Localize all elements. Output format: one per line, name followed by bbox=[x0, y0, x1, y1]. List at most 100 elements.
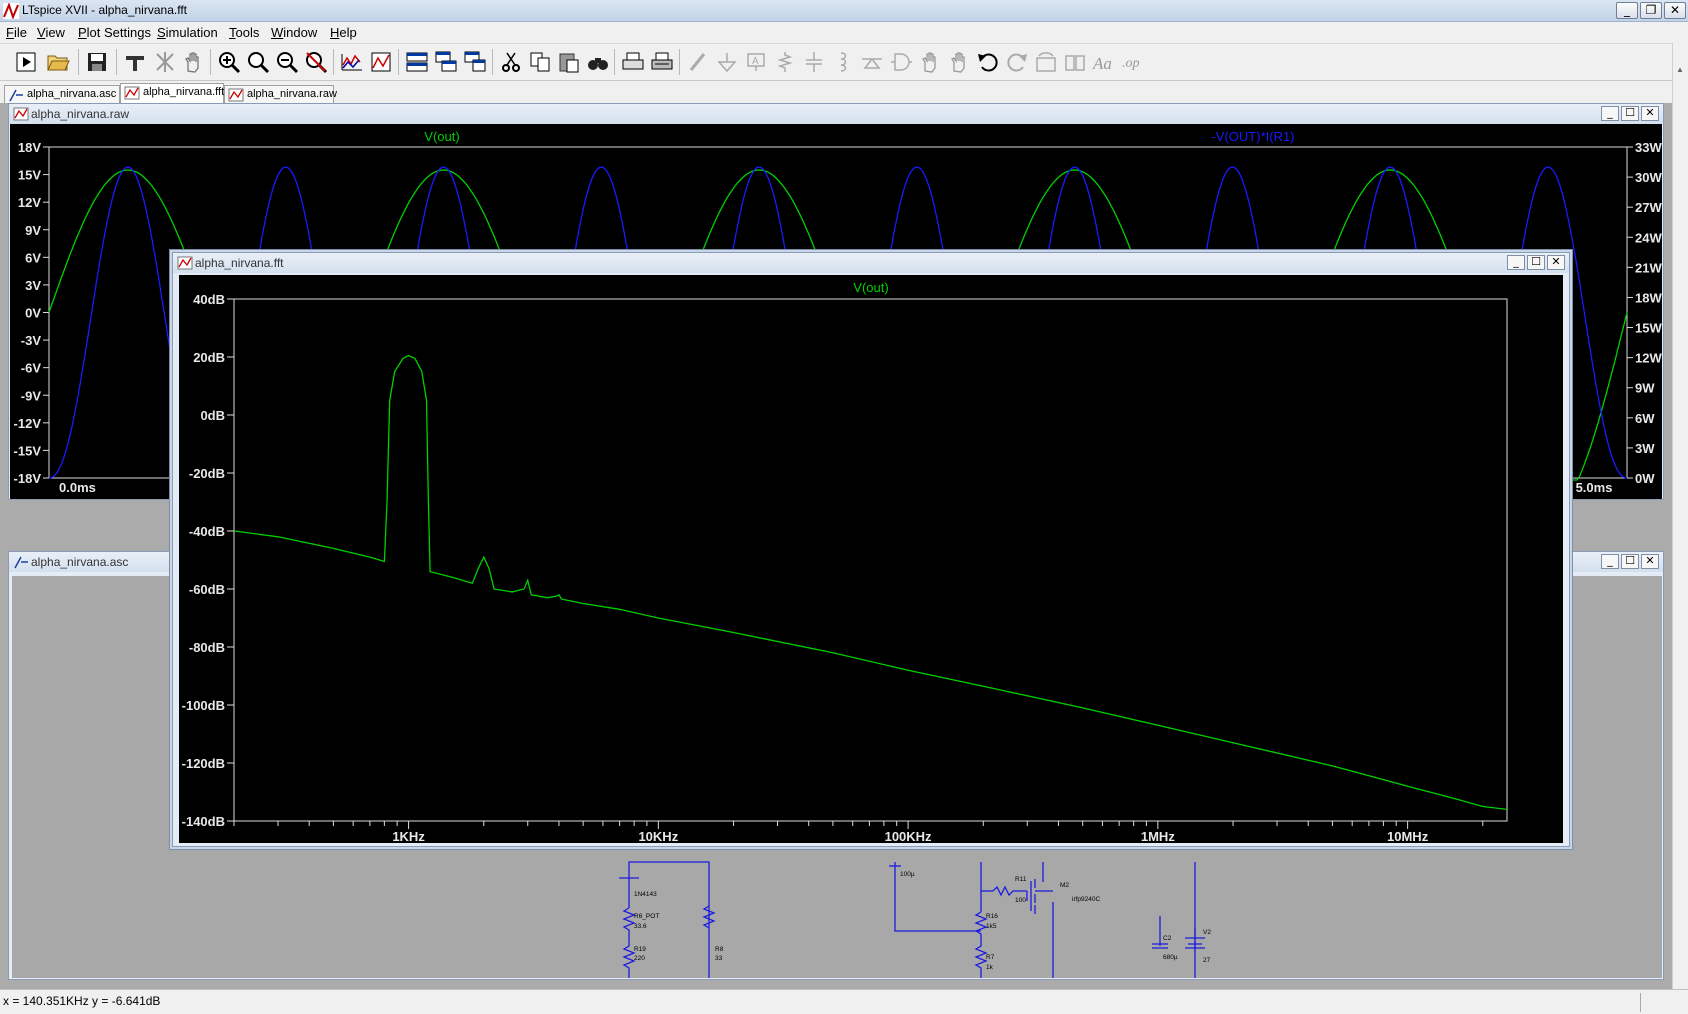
pan-icon[interactable] bbox=[179, 47, 207, 77]
raw-y-left-tick-label: 0V bbox=[25, 306, 41, 321]
halt-icon[interactable] bbox=[151, 47, 179, 77]
text-icon[interactable]: Aa bbox=[1090, 47, 1118, 77]
tile-horizontal-icon[interactable] bbox=[403, 47, 431, 77]
schematic-icon bbox=[14, 556, 28, 569]
tab-alpha-nirvana-fft[interactable]: alpha_nirvana.fft bbox=[120, 83, 224, 103]
raw-maximize-button[interactable]: ☐ bbox=[1621, 106, 1639, 121]
raw-y-left-tick-label: 12V bbox=[18, 195, 41, 210]
menu-plot-settings[interactable]: Plot Settings bbox=[78, 25, 151, 40]
raw-y-right-tick-label: 0W bbox=[1635, 471, 1655, 486]
raw-y-left-tick-label: -6V bbox=[21, 361, 42, 376]
capacitor-icon[interactable] bbox=[800, 47, 828, 77]
menu-tools[interactable]: Tools bbox=[229, 25, 259, 40]
status-bar: x = 140.351KHz y = -6.641dB bbox=[0, 989, 1688, 1014]
r8-value: 33 bbox=[715, 955, 723, 962]
close-button[interactable]: ✕ bbox=[1664, 2, 1686, 19]
raw-trace-power[interactable]: -V(OUT)*I(R1) bbox=[1211, 129, 1294, 144]
vertical-scrollbar[interactable]: ▲ bbox=[1672, 43, 1688, 989]
autorange-icon[interactable] bbox=[338, 47, 366, 77]
fft-y-tick-label: -40dB bbox=[189, 524, 225, 539]
asc-maximize-button[interactable]: ☐ bbox=[1621, 554, 1639, 569]
paste-icon[interactable] bbox=[555, 47, 583, 77]
raw-minimize-button[interactable]: _ bbox=[1601, 106, 1619, 121]
tab-alpha-nirvana-asc[interactable]: alpha_nirvana.asc bbox=[4, 85, 120, 103]
undo-icon[interactable] bbox=[974, 47, 1002, 77]
r6-value: 33.6 bbox=[634, 923, 647, 930]
inductor-icon[interactable] bbox=[829, 47, 857, 77]
fft-minimize-button[interactable]: _ bbox=[1507, 255, 1525, 270]
rotate-icon[interactable] bbox=[1032, 47, 1060, 77]
add-plot-pane-icon[interactable] bbox=[367, 47, 395, 77]
drag-icon[interactable] bbox=[945, 47, 973, 77]
menu-file[interactable]: File bbox=[6, 25, 27, 40]
zoom-area-icon[interactable] bbox=[244, 47, 272, 77]
zoom-out-icon[interactable] bbox=[273, 47, 301, 77]
raw-x-start-label: 0.0ms bbox=[59, 480, 96, 495]
save-icon[interactable] bbox=[83, 47, 111, 77]
cascade-icon[interactable] bbox=[432, 47, 460, 77]
minimize-button[interactable]: _ bbox=[1616, 2, 1638, 19]
copy-icon[interactable] bbox=[526, 47, 554, 77]
tile-vertical-icon[interactable] bbox=[461, 47, 489, 77]
resistor-icon[interactable] bbox=[771, 47, 799, 77]
svg-text:.op: .op bbox=[1122, 56, 1140, 71]
label-net-icon[interactable]: A bbox=[742, 47, 770, 77]
fft-y-tick-label: -140dB bbox=[182, 814, 225, 829]
waveform-icon bbox=[13, 107, 29, 121]
asc-minimize-button[interactable]: _ bbox=[1601, 554, 1619, 569]
find-icon[interactable] bbox=[584, 47, 612, 77]
component-icon[interactable] bbox=[887, 47, 915, 77]
zoom-in-icon[interactable] bbox=[215, 47, 243, 77]
fft-y-axis: 40dB 20dB 0dB -20dB -40dB -60dB -80dB -100dB -12… bbox=[182, 292, 234, 829]
raw-close-button[interactable]: ✕ bbox=[1641, 106, 1659, 121]
diode-icon[interactable] bbox=[858, 47, 886, 77]
zoom-fit-icon[interactable] bbox=[302, 47, 330, 77]
run-icon[interactable] bbox=[12, 47, 40, 77]
v2-value: 27 bbox=[1203, 957, 1211, 964]
fft-y-tick-label: -120dB bbox=[182, 756, 225, 771]
raw-y-right-tick-label: 3W bbox=[1635, 441, 1655, 456]
c2-name: C2 bbox=[1163, 935, 1172, 942]
spice-directive-icon[interactable]: .op bbox=[1119, 47, 1147, 77]
c2-value: 680µ bbox=[1163, 954, 1178, 961]
fft-maximize-button[interactable]: ☐ bbox=[1527, 255, 1545, 270]
ground-icon[interactable] bbox=[713, 47, 741, 77]
raw-y-left-tick-label: 9V bbox=[25, 223, 41, 238]
menu-window[interactable]: Window bbox=[271, 25, 317, 40]
asc-close-button[interactable]: ✕ bbox=[1641, 554, 1659, 569]
mirror-icon[interactable] bbox=[1061, 47, 1089, 77]
restore-button[interactable]: ❐ bbox=[1640, 2, 1662, 19]
menu-simulation[interactable]: Simulation bbox=[157, 25, 218, 40]
raw-trace-vout[interactable]: V(out) bbox=[424, 129, 459, 144]
fft-y-tick-label: 0dB bbox=[200, 408, 225, 423]
raw-y-right-tick-label: 6W bbox=[1635, 411, 1655, 426]
r11-name: R11 bbox=[1015, 876, 1027, 883]
print-icon[interactable] bbox=[619, 47, 647, 77]
raw-window-title: alpha_nirvana.raw bbox=[31, 107, 130, 121]
raw-y-right-tick-label: 24W bbox=[1635, 230, 1662, 245]
raw-y-left-tick-label: 3V bbox=[25, 278, 41, 293]
tab-alpha-nirvana-raw[interactable]: alpha_nirvana.raw bbox=[224, 85, 337, 103]
raw-window-titlebar[interactable]: alpha_nirvana.raw _ ☐ ✕ bbox=[9, 104, 1663, 124]
fft-plot[interactable]: V(out) 40dB 20dB 0dB -20dB -40dB -60dB -80dB -1… bbox=[179, 275, 1563, 843]
fft-series-vout[interactable] bbox=[233, 354, 1508, 811]
menu-view[interactable]: View bbox=[37, 25, 65, 40]
fft-window[interactable]: alpha_nirvana.fft _ ☐ ✕ V(out) 40dB 20dB 0… bbox=[172, 252, 1570, 847]
fft-close-button[interactable]: ✕ bbox=[1547, 255, 1565, 270]
redo-icon[interactable] bbox=[1003, 47, 1031, 77]
print-setup-icon[interactable] bbox=[648, 47, 676, 77]
fft-trace-label[interactable]: V(out) bbox=[853, 280, 888, 295]
fft-y-tick-label: -100dB bbox=[182, 698, 225, 713]
title-bar: LTspice XVII - alpha_nirvana.fft _ ❐ ✕ bbox=[0, 0, 1688, 22]
control-panel-icon[interactable] bbox=[121, 47, 149, 77]
fft-window-titlebar[interactable]: alpha_nirvana.fft _ ☐ ✕ bbox=[173, 253, 1569, 273]
wire-icon[interactable] bbox=[684, 47, 712, 77]
menu-help[interactable]: Help bbox=[330, 25, 357, 40]
move-icon[interactable] bbox=[916, 47, 944, 77]
fft-x-tick-label: 10MHz bbox=[1387, 829, 1429, 843]
scroll-up-icon[interactable]: ▲ bbox=[1676, 65, 1686, 74]
raw-y-left-tick-label: 6V bbox=[25, 250, 41, 265]
open-icon[interactable] bbox=[44, 47, 72, 77]
cut-icon[interactable] bbox=[497, 47, 525, 77]
toolbar: A Aa .op bbox=[0, 43, 1688, 81]
